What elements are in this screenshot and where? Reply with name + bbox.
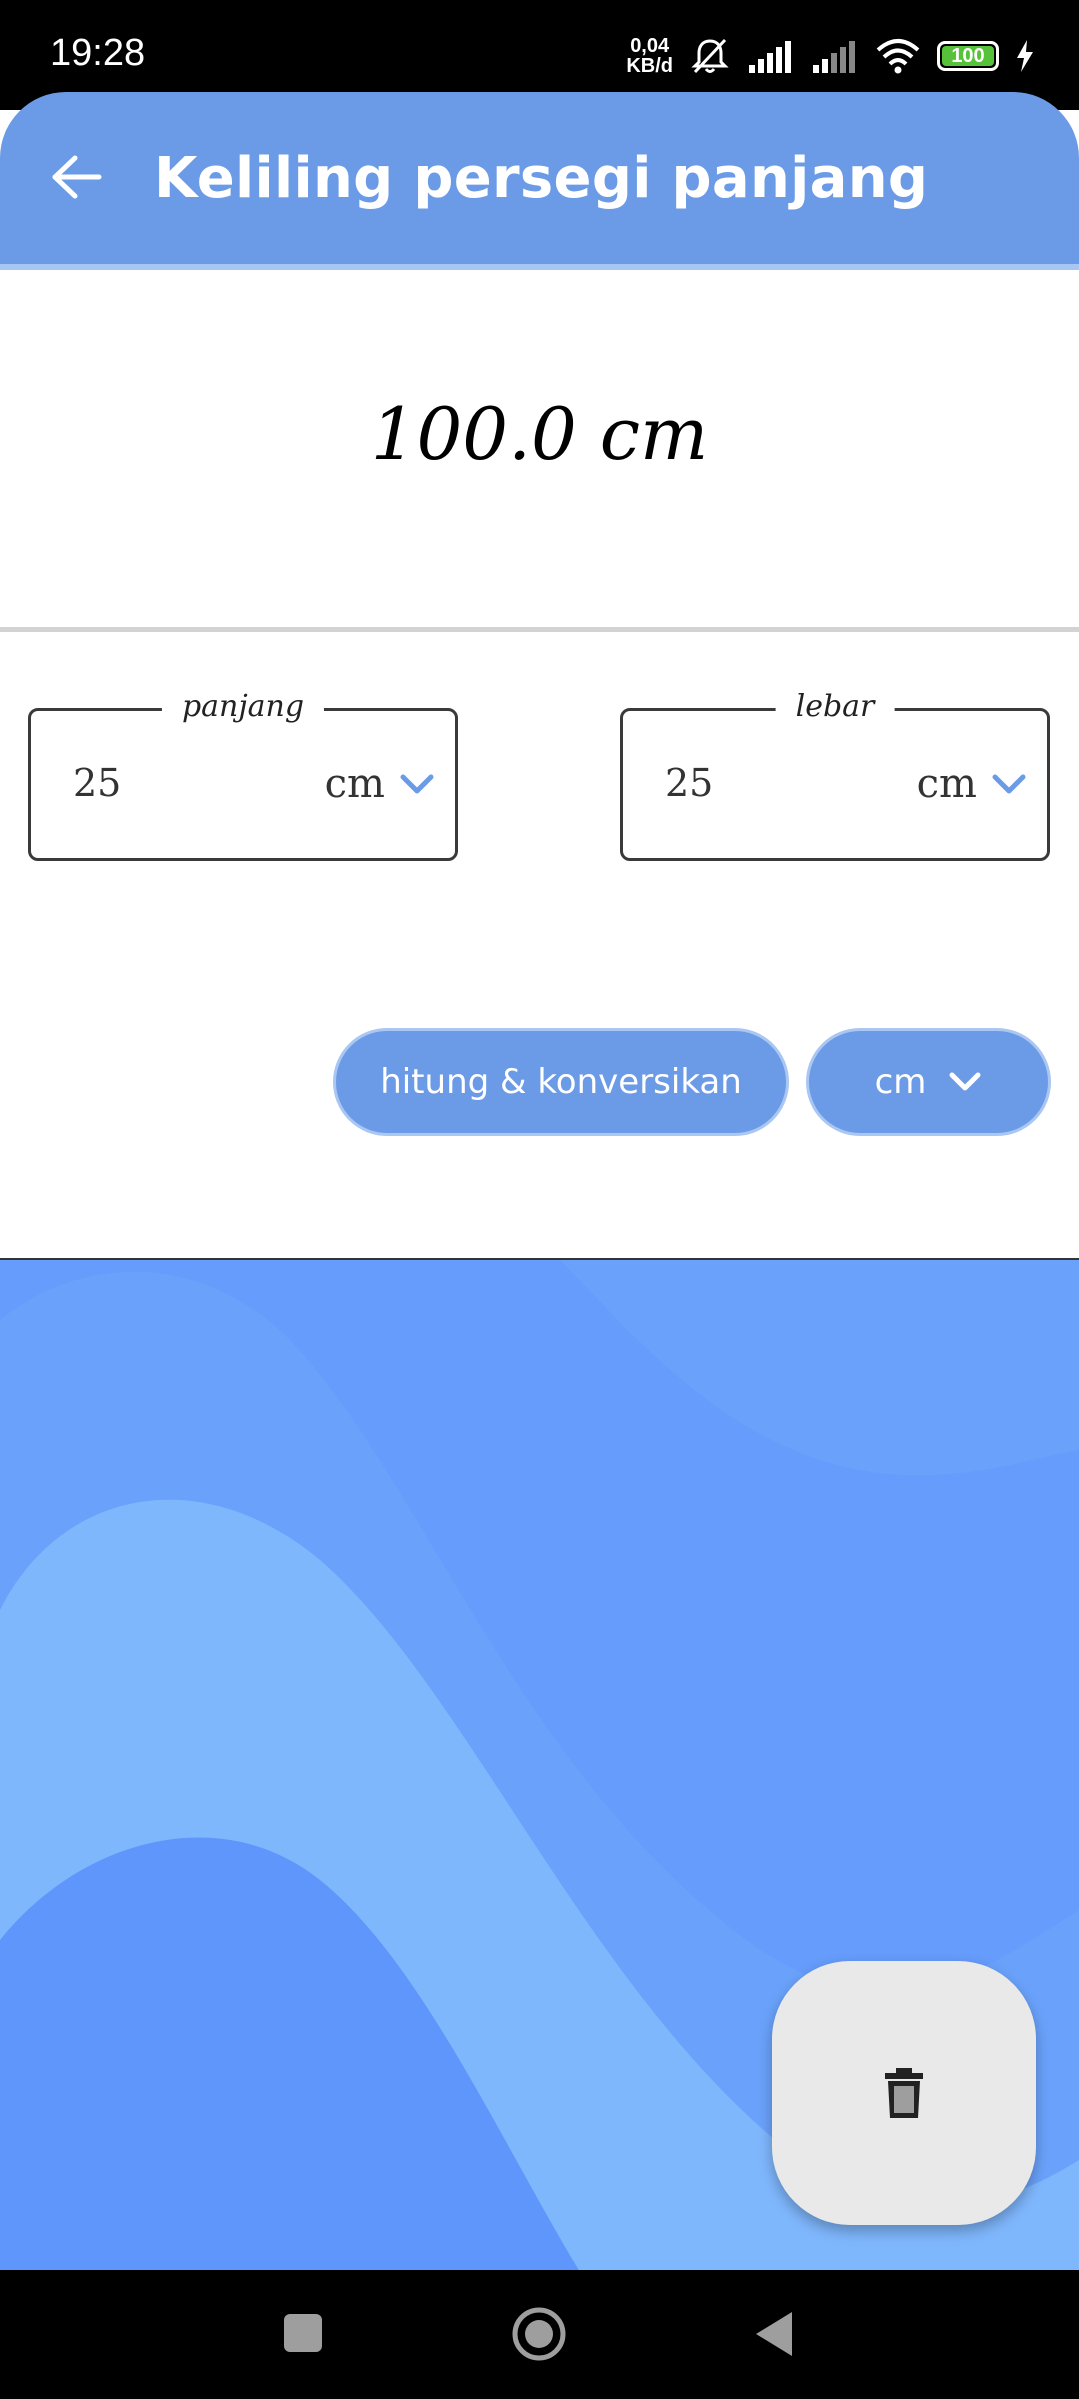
chevron-down-icon [949, 1072, 981, 1091]
muted-bell-icon [691, 38, 729, 74]
charging-icon [1017, 40, 1033, 72]
network-speed-unit: KB/d [626, 55, 673, 77]
length-unit-select[interactable]: cm [325, 761, 385, 807]
chevron-down-icon[interactable] [397, 769, 437, 799]
network-speed: 0,04 KB/d [626, 36, 673, 76]
back-button[interactable] [42, 142, 112, 212]
home-button[interactable] [512, 2307, 566, 2361]
width-field-label: lebar [775, 689, 895, 724]
delete-button[interactable] [772, 1961, 1036, 2225]
trash-icon [885, 2068, 923, 2118]
calculate-convert-button[interactable]: hitung & konversikan [333, 1028, 789, 1136]
app-bar: Keliling persegi panjang [0, 92, 1079, 270]
result-value: 100.0 cm [370, 392, 709, 476]
length-field[interactable]: panjang 25 cm [28, 689, 458, 861]
wifi-icon [876, 39, 920, 74]
width-field[interactable]: lebar 25 cm [620, 689, 1050, 861]
output-unit-dropdown[interactable]: cm [806, 1028, 1051, 1136]
width-input[interactable]: 25 [665, 761, 713, 805]
output-unit-label: cm [874, 1062, 927, 1102]
status-icons: 0,04 KB/d 100 [626, 34, 1035, 78]
signal-secondary-icon [813, 41, 855, 73]
back-nav-button[interactable] [752, 2310, 796, 2358]
divider [0, 627, 1079, 632]
signal-icon [749, 41, 791, 73]
chevron-down-icon[interactable] [989, 769, 1029, 799]
battery-icon: 100 [937, 41, 999, 71]
width-unit-select[interactable]: cm [917, 761, 977, 807]
status-time: 19:28 [50, 32, 146, 74]
arrow-left-icon [52, 155, 102, 199]
battery-level: 100 [951, 44, 985, 67]
length-input[interactable]: 25 [73, 761, 121, 805]
navigation-bar [0, 2270, 1079, 2399]
page-title: Keliling persegi panjang [154, 146, 929, 211]
recents-button[interactable] [284, 2314, 322, 2352]
length-field-label: panjang [161, 689, 325, 724]
network-speed-value: 0,04 [630, 35, 670, 57]
